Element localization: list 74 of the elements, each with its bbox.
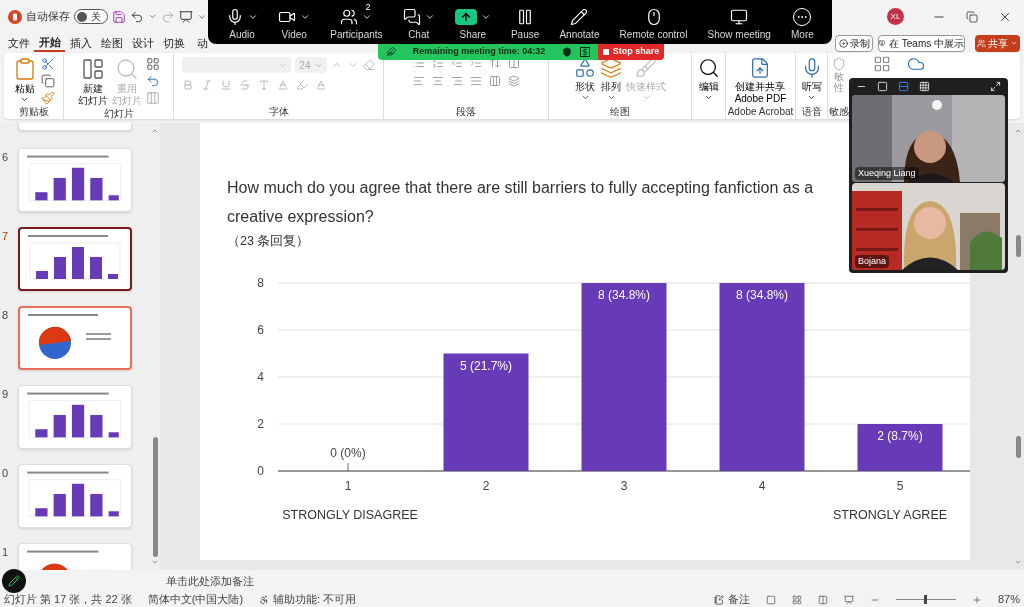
adobe-pdf-button[interactable]: 创建并共享 Adobe PDF [734, 57, 787, 105]
toolbar-button[interactable]: More [787, 0, 818, 44]
axis-label: 5 [896, 478, 904, 493]
ribbon-button[interactable]: 排列 [600, 57, 622, 102]
stop-share-button[interactable]: Stop share [598, 44, 664, 60]
value-label: 8 (34.8%) [736, 287, 788, 302]
scale-label: STRONGLY AGREE [832, 507, 948, 522]
dictate-button[interactable]: 听写 [800, 57, 823, 102]
axis-label: 1 [344, 478, 352, 493]
toolbar-button[interactable]: 2 Participants [326, 0, 387, 44]
slide-number: 1 [2, 545, 10, 558]
slide-number: 7 [2, 229, 10, 242]
group-label: 语音 [800, 105, 823, 119]
menu-tab[interactable]: 插入 [65, 34, 96, 52]
toolbar-button[interactable]: Remote control [615, 0, 692, 44]
response-count: （23 条回复） [227, 233, 310, 250]
tick-label: 2 [257, 416, 264, 431]
axis-label: 4 [758, 478, 766, 493]
participant-name: Bojana [855, 254, 890, 268]
toolbar-button[interactable]: Audio [222, 0, 263, 44]
slide-count: 幻灯片 第 17 张，共 22 张 [4, 594, 132, 605]
tick-label: 0 [257, 463, 264, 478]
toolbar-button[interactable]: Pause [506, 0, 544, 44]
value-label: 5 (21.7%) [460, 358, 512, 373]
slide-number: 6 [2, 150, 10, 163]
slide-title: How much do you agree that there are still barriers to fully accepting fanfiction as a [227, 178, 814, 198]
slide-number: 9 [2, 387, 10, 400]
autosave-label: 自动保存 [26, 9, 70, 25]
toolbar-button[interactable]: Show meeting [703, 0, 775, 44]
toolbar-button[interactable]: Chat [398, 0, 439, 44]
group-label: 段落 [455, 105, 477, 119]
count-label: 2 [365, 3, 371, 12]
value-label: 0 (0%) [330, 445, 366, 460]
language-status[interactable]: 简体中文(中国大陆) [147, 594, 244, 605]
menu-tab[interactable]: 文件 [3, 34, 34, 52]
menu-tab[interactable]: 绘图 [96, 34, 127, 52]
menu-tab[interactable]: 设计 [127, 34, 158, 52]
tick-label: 6 [257, 322, 264, 337]
notes-button[interactable]: 备注 [713, 594, 750, 605]
axis-label: 3 [620, 478, 628, 493]
group-label: Adobe Acrobat [726, 105, 795, 119]
toolbar-button[interactable]: Video [274, 0, 315, 44]
group-label: 敏感 [828, 105, 849, 119]
value-label: 8 (34.8%) [598, 287, 650, 302]
value-label: 2 (8.7%) [877, 428, 923, 443]
accessibility-status[interactable]: 辅助功能: 不可用 [259, 594, 357, 605]
tick-label: 4 [257, 369, 264, 384]
slide-number: 0 [2, 466, 10, 479]
scale-label: STRONGLY DISAGREE [282, 507, 418, 522]
group-label: 字体 [267, 105, 290, 119]
user-avatar[interactable]: XL [887, 8, 904, 25]
axis-label: 2 [482, 478, 490, 493]
slide-title: creative expression? [227, 207, 374, 227]
toolbar-button[interactable]: Annotate [555, 0, 604, 44]
group-label: 幻灯片 [102, 107, 135, 121]
notes-field[interactable]: 单击此处添加备注 [166, 572, 254, 590]
tick-label: 8 [257, 275, 264, 290]
edit-button[interactable]: 编辑 [697, 57, 720, 102]
slide-number: 8 [2, 308, 10, 321]
new-slide-button[interactable]: 新建 幻灯片 [77, 57, 108, 107]
toolbar-button[interactable]: Share [450, 0, 495, 44]
share-button[interactable]: 共享 [975, 34, 1020, 52]
menu-tab[interactable]: 切换 [158, 34, 189, 52]
remaining-time: Remaining meeting time: 04:32 [411, 45, 547, 59]
autosave-toggle[interactable]: 关 [74, 9, 108, 24]
zoom-level[interactable]: 87% [997, 594, 1020, 605]
group-label: 剪贴板 [17, 105, 50, 119]
ribbon-button[interactable]: 形状 [574, 57, 596, 102]
participant-name: Xueqing Liang [855, 166, 919, 180]
teams-button[interactable]: 在 Teams 中展示 [878, 34, 965, 52]
menu-tab[interactable]: 动 [197, 34, 208, 52]
paste-button[interactable]: 粘贴 [12, 57, 37, 104]
group-label: 绘图 [609, 105, 631, 119]
record-button[interactable]: 录制 [835, 34, 873, 52]
